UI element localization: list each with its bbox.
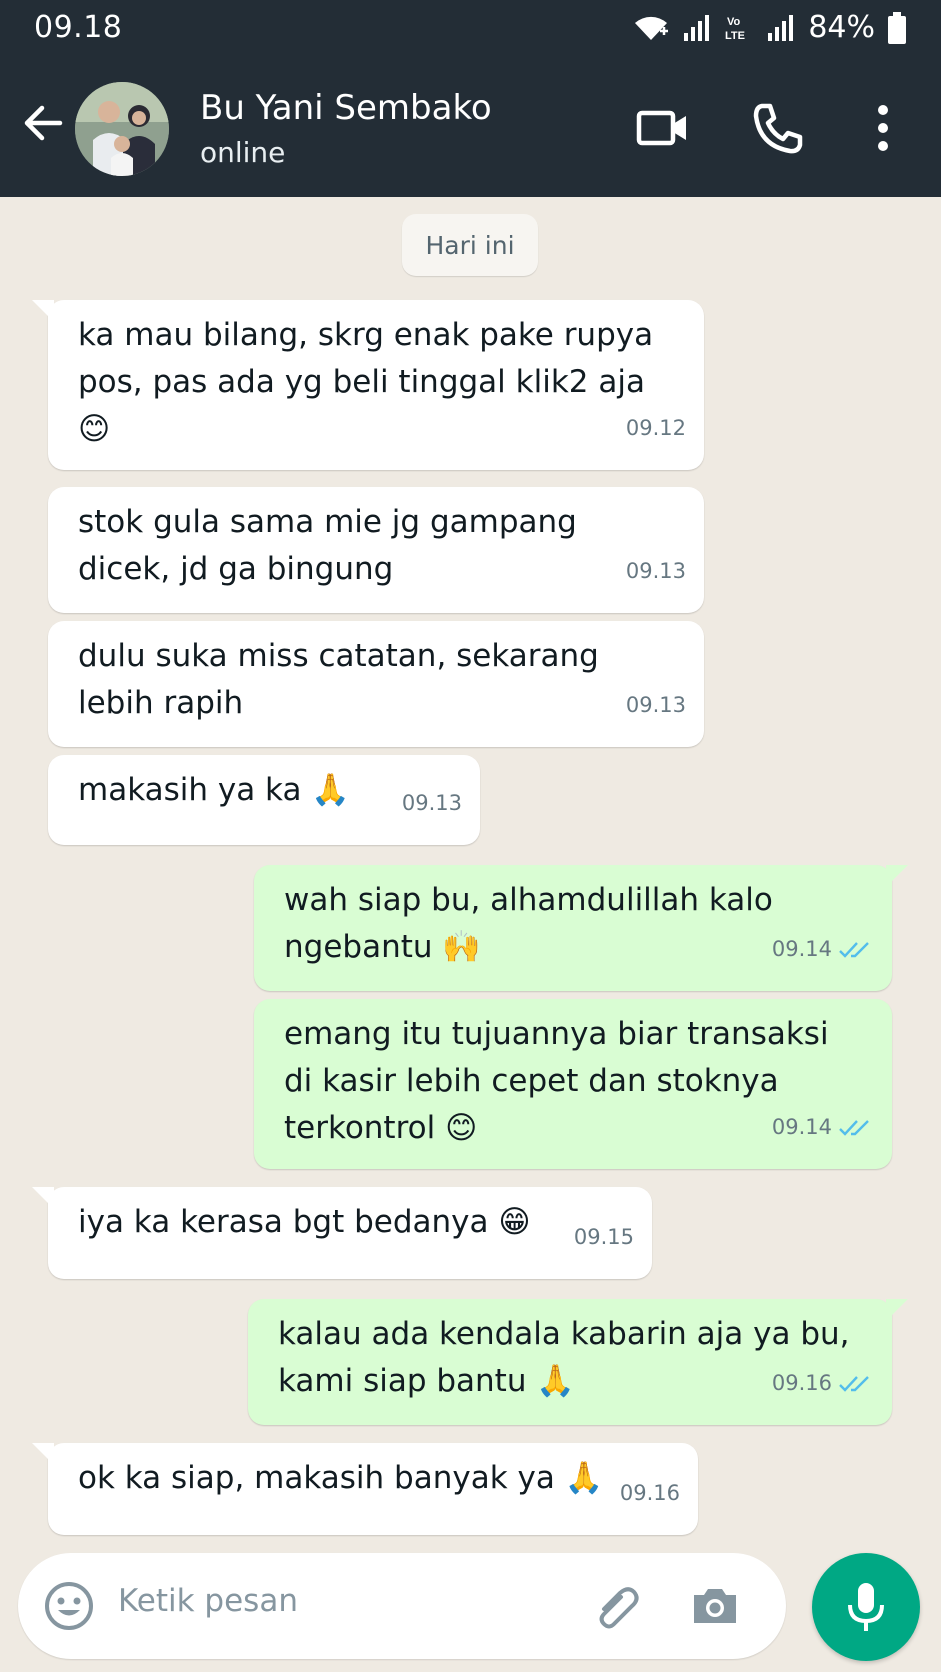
- message-time: 09.12: [625, 416, 686, 440]
- message-bubble-in[interactable]: makasih ya ka 🙏 09.13: [48, 755, 480, 845]
- message-meta: 09.14: [772, 926, 874, 973]
- video-call-icon[interactable]: [633, 98, 693, 158]
- message-time: 09.15: [573, 1225, 634, 1249]
- attach-icon[interactable]: [590, 1579, 644, 1633]
- voice-message-button[interactable]: [812, 1553, 920, 1661]
- whatsapp-chat-screen: 09.18 Vo LTE 84% Bu Yani Sembako online …: [0, 0, 941, 1672]
- message-meta: 09.13: [402, 780, 462, 827]
- message-time: 09.13: [625, 559, 686, 583]
- message-bubble-in[interactable]: dulu suka miss catatan, sekarang lebih r…: [48, 621, 704, 747]
- message-bubble-in[interactable]: iya ka kerasa bgt bedanya 😁 09.15: [32, 1187, 652, 1279]
- signal-2-icon: [768, 14, 794, 41]
- bubble-tail: [32, 300, 54, 322]
- signal-icon: [684, 14, 710, 41]
- message-bubble-in[interactable]: stok gula sama mie jg gampang dicek, jd …: [48, 487, 704, 613]
- voice-call-icon[interactable]: [748, 98, 808, 158]
- bubble-tail: [886, 865, 908, 887]
- message-meta: 09.16: [620, 1470, 680, 1517]
- read-ticks-icon: [839, 1375, 869, 1392]
- message-text: ka mau bilang, skrg enak pake rupya pos,…: [78, 317, 654, 447]
- contact-name[interactable]: Bu Yani Sembako: [200, 88, 492, 128]
- date-chip: Hari ini: [402, 214, 538, 276]
- message-text: dulu suka miss catatan, sekarang lebih r…: [78, 638, 599, 721]
- message-bubble-out[interactable]: emang itu tujuannya biar transaksi di ka…: [254, 999, 892, 1169]
- message-text: stok gula sama mie jg gampang dicek, jd …: [78, 504, 577, 587]
- status-icons: Vo LTE 84%: [632, 10, 907, 45]
- message-time: 09.14: [771, 1115, 832, 1139]
- microphone-icon: [848, 1583, 884, 1631]
- emoji-icon[interactable]: [42, 1579, 96, 1633]
- message-bubble-in[interactable]: ka mau bilang, skrg enak pake rupya pos,…: [32, 300, 704, 470]
- message-meta: 09.14: [772, 1104, 874, 1151]
- chat-header: Bu Yani Sembako online: [0, 60, 941, 197]
- message-input[interactable]: Ketik pesan: [118, 1583, 298, 1619]
- message-bubble-out[interactable]: wah siap bu, alhamdulillah kalo ngebantu…: [254, 865, 908, 991]
- battery-icon: [888, 11, 906, 44]
- message-time: 09.16: [619, 1481, 680, 1505]
- volte-icon: Vo LTE: [725, 16, 745, 42]
- message-text: iya ka kerasa bgt bedanya 😁: [78, 1204, 531, 1240]
- read-ticks-icon: [839, 1119, 869, 1136]
- message-text: ok ka siap, makasih banyak ya 🙏: [78, 1460, 604, 1496]
- status-time: 09.18: [34, 10, 123, 45]
- message-time: 09.13: [401, 791, 462, 815]
- read-ticks-icon: [839, 941, 869, 958]
- camera-icon[interactable]: [688, 1579, 742, 1633]
- message-time: 09.16: [771, 1371, 832, 1395]
- bubble-tail: [32, 1443, 54, 1465]
- bubble-tail: [32, 1187, 54, 1209]
- back-arrow-icon[interactable]: [20, 100, 66, 146]
- wifi-icon: [635, 16, 669, 40]
- status-bar: 09.18 Vo LTE 84%: [0, 0, 941, 60]
- message-bubble-out[interactable]: kalau ada kendala kabarin aja ya bu, kam…: [248, 1299, 908, 1425]
- message-input-bar: Ketik pesan: [18, 1553, 786, 1659]
- message-meta: 09.16: [772, 1360, 874, 1407]
- svg-text:LTE: LTE: [725, 30, 745, 42]
- message-meta: 09.12: [626, 405, 686, 452]
- battery-level: 84%: [808, 10, 875, 45]
- message-meta: 09.13: [626, 682, 686, 729]
- message-meta: 09.13: [626, 548, 686, 595]
- message-time: 09.14: [771, 937, 832, 961]
- bubble-tail: [886, 1299, 908, 1321]
- contact-avatar[interactable]: [75, 82, 169, 176]
- message-meta: 09.15: [574, 1214, 634, 1261]
- message-bubble-in[interactable]: ok ka siap, makasih banyak ya 🙏 09.16: [32, 1443, 698, 1535]
- more-options-icon[interactable]: [853, 98, 913, 158]
- svg-text:Vo: Vo: [727, 16, 741, 28]
- message-time: 09.13: [625, 693, 686, 717]
- message-text: makasih ya ka 🙏: [78, 772, 350, 808]
- contact-status: online: [200, 136, 286, 169]
- chat-area[interactable]: Hari ini ka mau bilang, skrg enak pake r…: [0, 197, 941, 1672]
- avatar-photo-icon: [75, 82, 169, 176]
